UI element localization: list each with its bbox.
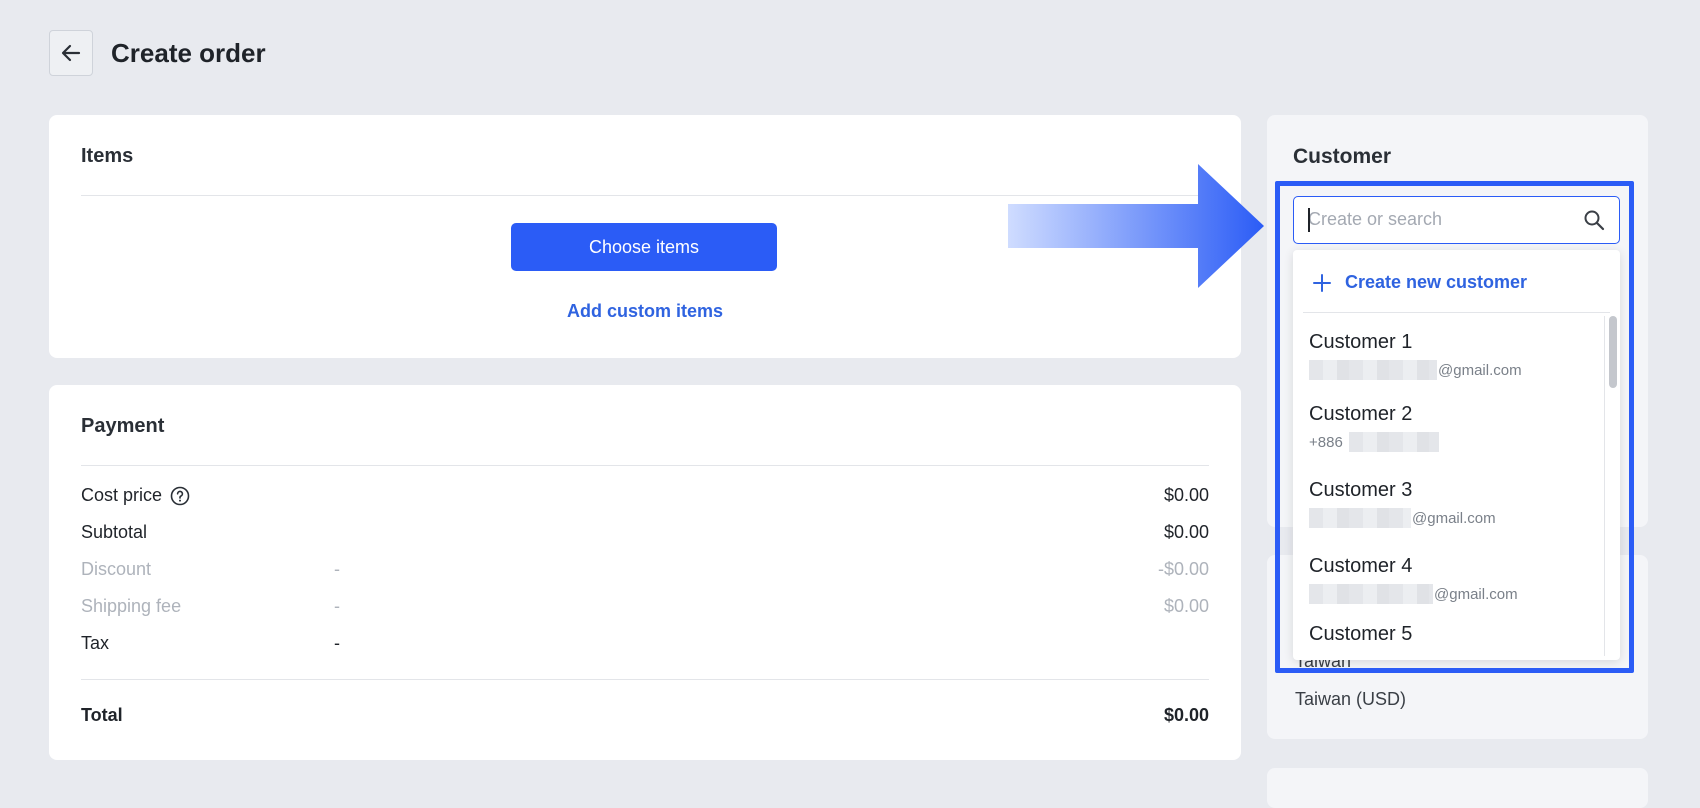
subtotal-label: Subtotal [81, 522, 148, 542]
cost-price-value: $0.00 [1163, 485, 1209, 505]
highlight-box [1275, 181, 1634, 673]
total-label: Total [81, 705, 123, 725]
tax-label: Tax [81, 633, 110, 653]
total-row: Total $0.00 [81, 705, 1209, 729]
items-title: Items [81, 145, 134, 167]
arrow-left-icon [61, 44, 81, 62]
payment-title: Payment [81, 415, 165, 437]
subtotal-row: Subtotal $0.00 [81, 522, 1209, 546]
discount-label: Discount [81, 559, 152, 579]
payment-divider-bottom [81, 679, 1209, 680]
market-currency: Taiwan (USD) [1295, 689, 1407, 709]
discount-dash: - [334, 559, 340, 579]
annotation-arrow-icon [1008, 164, 1264, 288]
shipping-fee-label: Shipping fee [81, 596, 182, 616]
customer-title: Customer [1293, 145, 1392, 168]
discount-value: -$0.00 [1157, 559, 1209, 579]
shipping-fee-row: Shipping fee - $0.00 [81, 596, 1209, 620]
help-icon[interactable] [170, 486, 190, 506]
discount-row: Discount - -$0.00 [81, 559, 1209, 583]
payment-card: Payment Cost price $0.00 Subtotal $0.00 … [49, 385, 1241, 760]
total-value: $0.00 [1163, 705, 1209, 725]
add-custom-items-link[interactable]: Add custom items [49, 301, 1241, 322]
cost-price-label: Cost price [81, 485, 163, 505]
choose-items-button[interactable]: Choose items [511, 223, 777, 271]
extra-card [1267, 768, 1648, 808]
shipping-fee-dash: - [334, 596, 340, 616]
payment-divider-top [81, 465, 1209, 466]
subtotal-value: $0.00 [1163, 522, 1209, 542]
back-button[interactable] [49, 30, 93, 76]
page-title: Create order [111, 38, 266, 68]
shipping-fee-value: $0.00 [1163, 596, 1209, 616]
tax-dash: - [334, 633, 340, 653]
cost-price-row: Cost price $0.00 [81, 485, 1209, 509]
tax-row: Tax - [81, 633, 1209, 657]
